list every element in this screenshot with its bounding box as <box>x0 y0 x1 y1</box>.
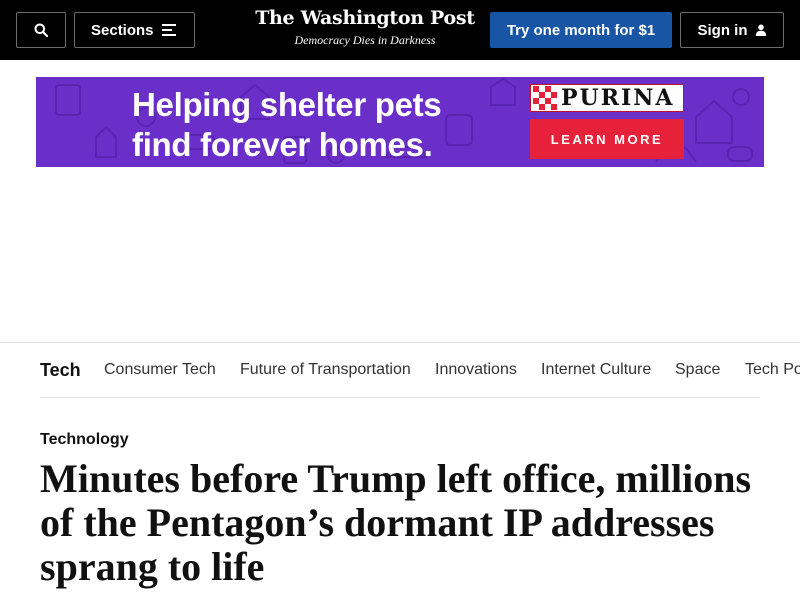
subscribe-button[interactable]: Try one month for $1 <box>490 12 672 48</box>
top-navigation-bar: Sections The Washington Post Democracy D… <box>0 0 800 60</box>
section-nav-item-innovations[interactable]: Innovations <box>435 361 517 379</box>
section-nav-item-consumer-tech[interactable]: Consumer Tech <box>104 361 216 379</box>
purina-logo: PURINA <box>530 84 684 112</box>
site-logo[interactable]: The Washington Post <box>250 5 480 31</box>
sign-in-button[interactable]: Sign in <box>680 12 784 48</box>
section-nav-item-internet-culture[interactable]: Internet Culture <box>541 361 651 379</box>
section-nav: Tech Consumer Tech Future of Transportat… <box>40 343 800 397</box>
section-nav-item-tech-policy[interactable]: Tech Policy <box>745 361 800 379</box>
ad-headline-line-2: find forever homes. <box>132 126 433 163</box>
ad-cta-label: LEARN MORE <box>550 131 664 147</box>
advertisement-banner[interactable]: Helping shelter pets find forever homes.… <box>36 77 764 167</box>
masthead[interactable]: The Washington Post Democracy Dies in Da… <box>250 5 480 47</box>
ad-headline: Helping shelter pets find forever homes. <box>132 85 442 165</box>
menu-lines-icon <box>162 24 176 37</box>
site-tagline: Democracy Dies in Darkness <box>294 33 436 47</box>
checkerboard-logo-icon <box>533 86 557 110</box>
search-icon <box>34 23 48 37</box>
subscribe-label: Try one month for $1 <box>506 21 656 39</box>
search-button[interactable] <box>16 12 66 48</box>
sections-label: Sections <box>91 21 154 39</box>
article-section-kicker[interactable]: Technology <box>40 431 129 449</box>
user-icon <box>755 24 766 36</box>
ad-brand-name: PURINA <box>561 85 675 111</box>
ad-headline-line-1: Helping shelter pets <box>132 86 442 123</box>
article-headline: Minutes before Trump left office, millio… <box>40 456 752 589</box>
section-nav-item-space[interactable]: Space <box>675 361 720 379</box>
sections-menu-button[interactable]: Sections <box>74 12 195 48</box>
section-nav-item-future-of-transportation[interactable]: Future of Transportation <box>240 361 411 379</box>
sign-in-label: Sign in <box>697 21 748 39</box>
nav-divider-bottom <box>40 397 760 398</box>
section-nav-main-tech[interactable]: Tech <box>40 360 81 381</box>
ad-learn-more-button[interactable]: LEARN MORE <box>530 119 684 159</box>
